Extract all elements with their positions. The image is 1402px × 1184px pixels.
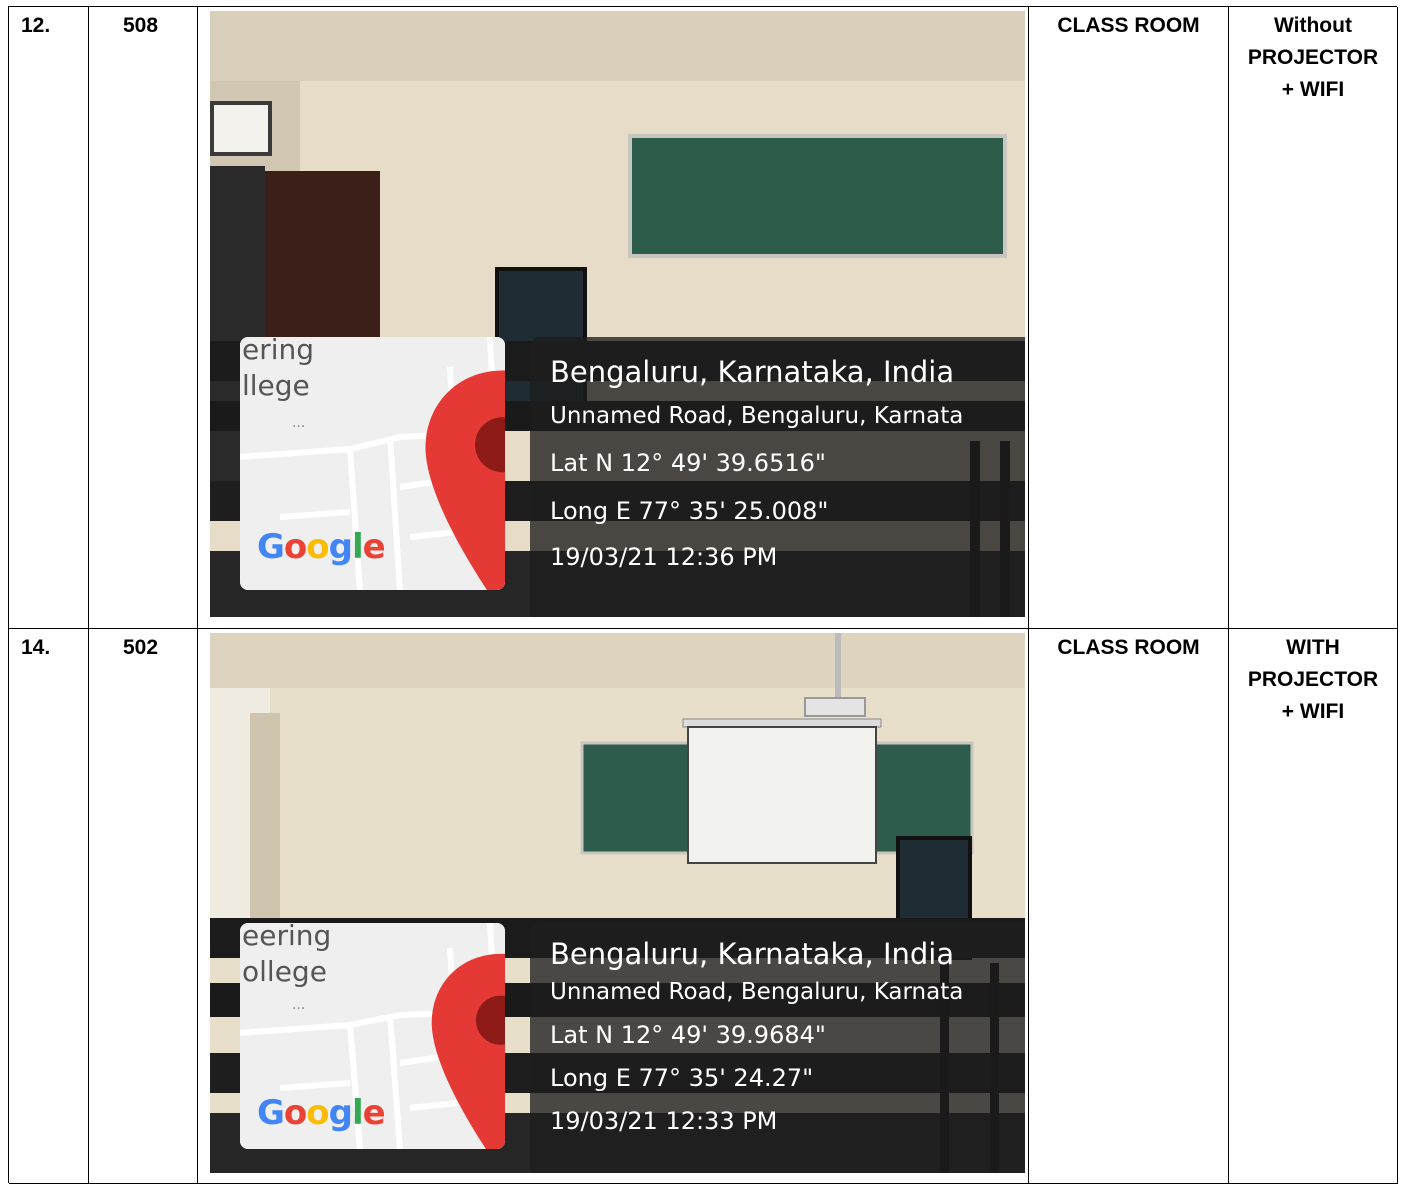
classroom-photo: ering llege ... Google Bengaluru, Karnat… xyxy=(210,11,1025,617)
geotag-longitude: Long E 77° 35' 24.27" xyxy=(550,1064,814,1092)
room-type: CLASS ROOM xyxy=(1057,636,1200,659)
facility-text: Without PROJECTOR + WIFI xyxy=(1233,10,1393,106)
table-row: 14. 502 eering ollege ... Google Bengalu… xyxy=(9,629,1398,1184)
room-type-cell: CLASS ROOM xyxy=(1029,7,1229,629)
facility-line-3: + WIFI xyxy=(1281,78,1345,101)
serial-number: 12. xyxy=(21,14,51,37)
photo-cell: ering llege ... Google Bengaluru, Karnat… xyxy=(198,7,1029,629)
room-number: 508 xyxy=(123,14,159,37)
room-type: CLASS ROOM xyxy=(1057,14,1200,37)
facility-text: WITH PROJECTOR + WIFI xyxy=(1233,632,1393,728)
table-row: 12. 508 ering llege ... Google Bengaluru… xyxy=(9,7,1398,629)
facility-line-2: PROJECTOR xyxy=(1247,46,1379,69)
facility-line-1: WITH xyxy=(1286,636,1340,659)
room-type-cell: CLASS ROOM xyxy=(1029,629,1229,1184)
map-pin-icon xyxy=(425,370,505,590)
facility-cell: Without PROJECTOR + WIFI xyxy=(1229,7,1398,629)
map-label-bottom: ollege xyxy=(242,955,327,988)
map-pin-icon xyxy=(431,953,505,1149)
room-number: 502 xyxy=(123,636,159,659)
geotag-road: Unnamed Road, Bengaluru, Karnata xyxy=(550,979,964,1005)
facility-line-3: + WIFI xyxy=(1281,700,1345,723)
serial-number-cell: 12. xyxy=(9,7,89,629)
geotag-overlay: Bengaluru, Karnataka, India Unnamed Road… xyxy=(530,337,1025,617)
room-table: 12. 508 ering llege ... Google Bengaluru… xyxy=(8,6,1398,1184)
map-thumbnail: ering llege ... Google xyxy=(240,337,505,590)
room-number-cell: 508 xyxy=(89,7,198,629)
facility-cell: WITH PROJECTOR + WIFI xyxy=(1229,629,1398,1184)
geotag-timestamp: 19/03/21 12:33 PM xyxy=(550,1107,778,1135)
geotag-overlay: Bengaluru, Karnataka, India Unnamed Road… xyxy=(530,923,1025,1173)
geotag-city: Bengaluru, Karnataka, India xyxy=(550,355,955,389)
map-label-bottom: llege xyxy=(242,369,310,402)
google-logo: Google xyxy=(257,1093,386,1133)
geotag-city: Bengaluru, Karnataka, India xyxy=(550,937,955,971)
classroom-photo: eering ollege ... Google Bengaluru, Karn… xyxy=(210,633,1025,1173)
photo-cell: eering ollege ... Google Bengaluru, Karn… xyxy=(198,629,1029,1184)
geotag-road: Unnamed Road, Bengaluru, Karnata xyxy=(550,403,964,429)
map-label-top: eering xyxy=(242,923,332,952)
geotag-timestamp: 19/03/21 12:36 PM xyxy=(550,543,778,571)
serial-number: 14. xyxy=(21,636,51,659)
map-label-top: ering xyxy=(242,337,315,366)
geotag-latitude: Lat N 12° 49' 39.6516" xyxy=(550,449,826,477)
map-thumbnail: eering ollege ... Google xyxy=(240,923,505,1149)
map-ellipsis: ... xyxy=(292,997,306,1013)
serial-number-cell: 14. xyxy=(9,629,89,1184)
map-ellipsis: ... xyxy=(292,415,306,431)
facility-line-1: Without xyxy=(1274,14,1352,37)
geotag-latitude: Lat N 12° 49' 39.9684" xyxy=(550,1021,826,1049)
facility-line-2: PROJECTOR xyxy=(1247,668,1379,691)
google-logo: Google xyxy=(257,527,386,567)
room-number-cell: 502 xyxy=(89,629,198,1184)
geotag-longitude: Long E 77° 35' 25.008" xyxy=(550,497,829,525)
